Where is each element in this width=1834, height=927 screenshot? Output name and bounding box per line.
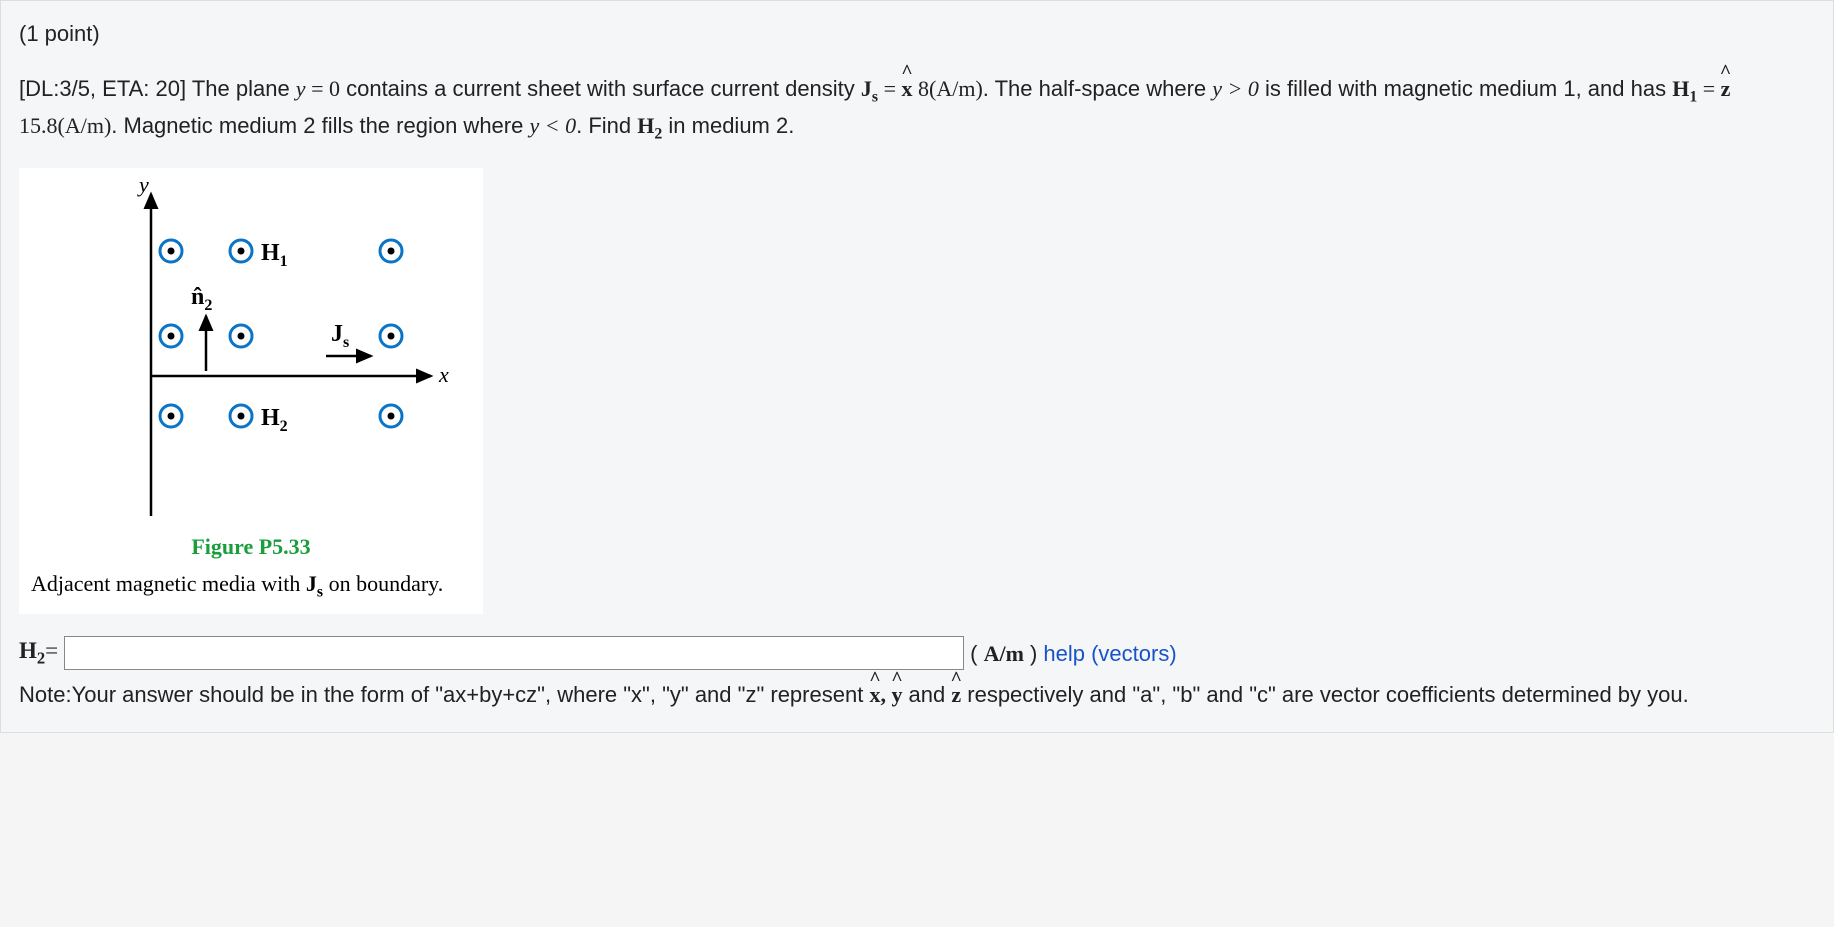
help-link[interactable]: help (vectors) <box>1043 637 1176 670</box>
q-cond1: y > 0 <box>1212 76 1259 101</box>
field-dot-icon <box>230 405 252 427</box>
fig-cap-J: Js <box>306 571 323 596</box>
field-dot-icon <box>230 240 252 262</box>
fig-y-label: y <box>137 176 149 197</box>
answer-input[interactable] <box>64 636 964 670</box>
q-prefix: [DL:3/5, ETA: 20] The plane <box>19 76 296 101</box>
unit-pre: ( <box>970 641 983 666</box>
q-part4: is filled with magnetic medium 1, and ha… <box>1259 76 1672 101</box>
problem-container: (1 point) [DL:3/5, ETA: 20] The plane y … <box>0 0 1834 733</box>
q-var-y1: y <box>296 76 306 101</box>
ans-H: H <box>19 638 37 663</box>
fig-cap-pre: Adjacent magnetic media with <box>31 571 306 596</box>
note-and: and <box>902 682 951 707</box>
field-dot-icon <box>160 325 182 347</box>
note-text: Note:Your answer should be in the form o… <box>19 678 1815 712</box>
q-part7: in medium 2. <box>662 113 794 138</box>
unit-label: ( A/m ) <box>970 637 1037 670</box>
q-Js-sym: J <box>861 76 872 101</box>
figure-svg: y x H1 n̂2 Js H2 <box>31 176 471 526</box>
figure-block: y x H1 n̂2 Js H2 Figure P5.33 <box>19 168 483 614</box>
q-part3: . The half-space where <box>983 76 1213 101</box>
q-part2: contains a current sheet with surface cu… <box>340 76 861 101</box>
field-dot-icon <box>160 405 182 427</box>
unit-text: A/m <box>984 641 1024 666</box>
figure-title: Figure P5.33 <box>31 530 471 563</box>
field-dot-icon <box>380 240 402 262</box>
fig-H2: H2 <box>261 405 288 435</box>
field-dot-icon <box>380 405 402 427</box>
q-H2-sym: H <box>637 113 654 138</box>
note-pre: Note:Your answer should be in the form o… <box>19 682 869 707</box>
q-cond2: y < 0 <box>529 113 576 138</box>
q-Jsval: 8(A/m) <box>913 76 983 101</box>
fig-n2: n̂2 <box>191 284 212 314</box>
unit-post: ) <box>1024 641 1037 666</box>
q-part6: . Find <box>576 113 637 138</box>
answer-row: H2= ( A/m ) help (vectors) <box>19 634 1815 671</box>
fig-H1: H1 <box>261 240 288 270</box>
fig-Js: Js <box>331 321 349 351</box>
q-Js: Js <box>861 76 878 101</box>
answer-label: H2= <box>19 634 58 671</box>
points-label: (1 point) <box>19 17 1815 50</box>
note-post: respectively and "a", "b" and "c" are ve… <box>961 682 1689 707</box>
xhat-note-icon: x <box>869 678 880 712</box>
ans-Hsub: 2 <box>37 649 45 668</box>
ans-eq: = <box>45 638 58 663</box>
q-H2: H2 <box>637 113 662 138</box>
q-eq3: = <box>1697 76 1720 101</box>
xhat-icon: x <box>902 72 913 105</box>
field-dot-icon <box>380 325 402 347</box>
field-dot-icon <box>230 325 252 347</box>
zhat-note-icon: z <box>951 678 961 712</box>
fig-x-label: x <box>438 362 449 387</box>
yhat-note-icon: y <box>891 678 902 712</box>
question-text: [DL:3/5, ETA: 20] The plane y = 0 contai… <box>19 72 1815 146</box>
q-eq2: = <box>878 76 901 101</box>
zhat-icon: z <box>1721 72 1731 105</box>
q-part5: . Magnetic medium 2 fills the region whe… <box>111 113 529 138</box>
field-dot-icon <box>160 240 182 262</box>
note-c1: , <box>880 682 891 707</box>
q-H1-sym: H <box>1672 76 1689 101</box>
q-eq1: = 0 <box>306 76 340 101</box>
fig-cap-post: on boundary. <box>323 571 443 596</box>
q-H1val: 15.8(A/m) <box>19 113 111 138</box>
figure-caption: Adjacent magnetic media with Js on bound… <box>31 567 471 604</box>
q-H1: H1 <box>1672 76 1697 101</box>
